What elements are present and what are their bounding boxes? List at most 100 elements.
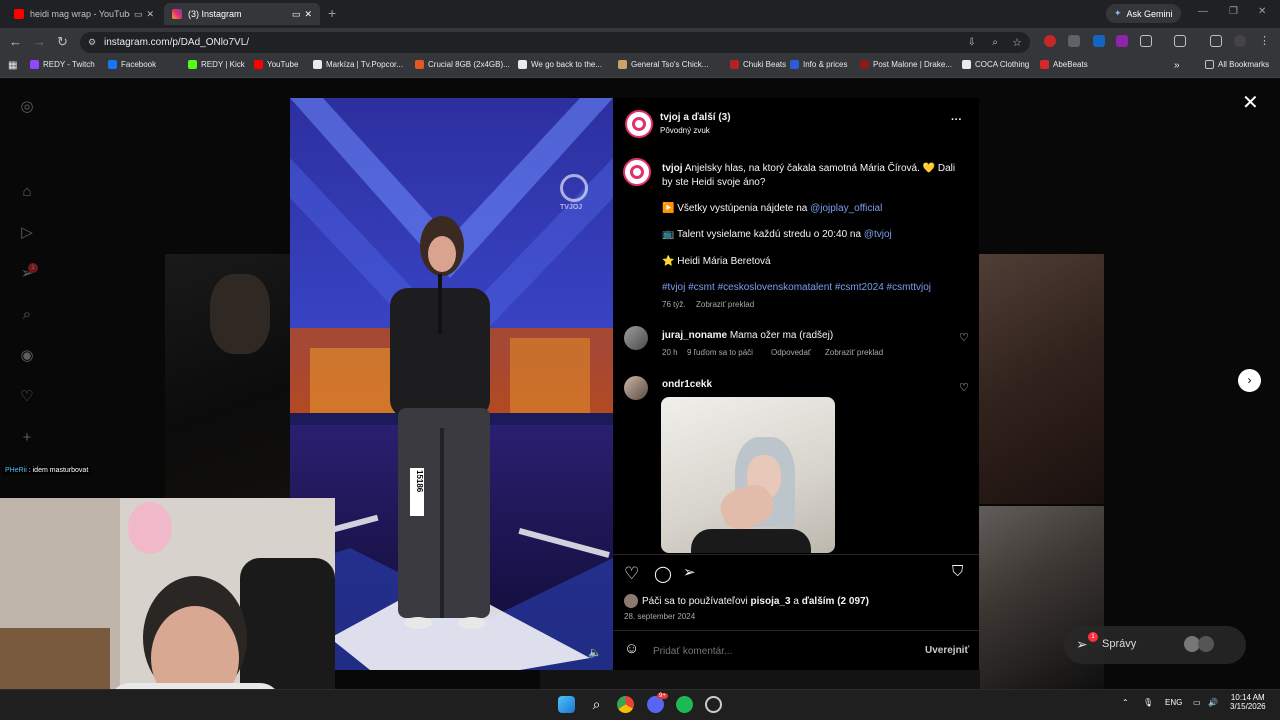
- caption-time[interactable]: 76 týž.: [662, 300, 686, 309]
- liked-by-others[interactable]: ďalším (2 097): [802, 596, 869, 607]
- search-icon[interactable]: ⌕: [588, 696, 605, 713]
- share-icon[interactable]: ➢: [683, 563, 696, 581]
- sidepanel-icon[interactable]: [1174, 35, 1186, 47]
- comment-time[interactable]: 20 h: [662, 348, 678, 357]
- translate-link[interactable]: Zobraziť preklad: [696, 300, 754, 309]
- bookmark-item[interactable]: YouTube: [254, 60, 298, 69]
- install-icon[interactable]: ⇩: [968, 37, 976, 48]
- comment-gif[interactable]: [661, 397, 835, 553]
- more-options-icon[interactable]: ···: [951, 114, 962, 126]
- address-bar[interactable]: ⚙ instagram.com/p/DAd_ONlo7VL/ ⇩ ⌕ ☆: [80, 32, 1030, 53]
- forward-icon[interactable]: →: [33, 34, 46, 49]
- extension-icon[interactable]: [1044, 35, 1056, 47]
- bookmark-item[interactable]: Post Malone | Drake...: [860, 60, 952, 69]
- profile-avatar[interactable]: [1234, 35, 1246, 47]
- comment-input[interactable]: [653, 643, 913, 659]
- puzzle-icon[interactable]: [1140, 35, 1152, 47]
- close-icon[interactable]: ✕: [304, 9, 312, 20]
- apps-icon[interactable]: ▦: [8, 60, 17, 71]
- comment-user[interactable]: juraj_noname: [662, 330, 727, 341]
- hashtags[interactable]: #tvjoj #csmt #ceskoslovenskomatalent #cs…: [662, 282, 931, 293]
- chat-user: PHeRii: [5, 467, 27, 474]
- avatar[interactable]: [623, 158, 651, 186]
- reply-link[interactable]: Odpovedať: [771, 348, 811, 357]
- site-info-icon[interactable]: ⚙: [88, 37, 96, 48]
- comment-icon[interactable]: ◯: [654, 564, 672, 584]
- all-bookmarks[interactable]: All Bookmarks: [1205, 60, 1269, 69]
- tab-instagram[interactable]: (3) Instagram ▭ ✕: [164, 3, 320, 25]
- like-comment-icon[interactable]: ♡: [959, 381, 969, 394]
- close-icon[interactable]: ✕: [146, 9, 154, 20]
- avatar[interactable]: [624, 326, 648, 350]
- new-tab-button[interactable]: +: [328, 5, 336, 21]
- post-date[interactable]: 28. september 2024: [624, 612, 695, 621]
- watermark-text: TVJOJ: [560, 204, 583, 211]
- menu-icon[interactable]: ⋮: [1259, 34, 1270, 47]
- bookmark-item[interactable]: Info & prices: [790, 60, 847, 69]
- tab-youtube[interactable]: heidi mag wrap - YouTube ▭ ✕: [6, 3, 162, 25]
- mention-link[interactable]: @jojplay_official: [810, 203, 882, 214]
- chrome-icon[interactable]: [617, 696, 634, 713]
- avatar[interactable]: [624, 594, 638, 608]
- volume-icon[interactable]: 🔊: [1208, 698, 1218, 707]
- bookmark-item[interactable]: REDY | Kick: [188, 60, 245, 69]
- chevron-up-icon[interactable]: ⌃: [1122, 698, 1129, 707]
- translate-link[interactable]: Zobraziť preklad: [825, 348, 883, 357]
- extension-icon[interactable]: [1116, 35, 1128, 47]
- more-bookmarks-icon[interactable]: »: [1174, 60, 1180, 71]
- bookmark-item[interactable]: We go back to the...: [518, 60, 602, 69]
- reload-icon[interactable]: ↻: [57, 34, 68, 50]
- avatar: [1198, 636, 1214, 652]
- microphone-icon[interactable]: 🎙: [1143, 698, 1153, 707]
- close-icon[interactable]: ✕: [1242, 90, 1259, 115]
- audio-label[interactable]: Pôvodný zvuk: [660, 126, 710, 135]
- volume-icon[interactable]: 🔈: [588, 646, 602, 659]
- like-icon[interactable]: ♡: [624, 564, 639, 584]
- bookmark-item[interactable]: Crucial 8GB (2x4GB)...: [415, 60, 510, 69]
- bookmark-item[interactable]: AbeBeats: [1040, 60, 1088, 69]
- bookmark-item[interactable]: COCA Clothing: [962, 60, 1029, 69]
- monitor-icon[interactable]: ▭: [1193, 698, 1201, 707]
- avatar[interactable]: [625, 110, 653, 138]
- avatar[interactable]: [624, 376, 648, 400]
- minimize-icon[interactable]: —: [1198, 6, 1208, 17]
- close-window-icon[interactable]: ✕: [1258, 6, 1266, 17]
- comment-user[interactable]: ondr1cekk: [662, 379, 712, 390]
- start-icon[interactable]: [558, 696, 575, 713]
- app-icon[interactable]: [705, 696, 722, 713]
- bookmark-label: General Tso's Chick...: [631, 60, 709, 69]
- language-indicator[interactable]: ENG: [1165, 698, 1182, 707]
- extension-icon[interactable]: [1093, 35, 1105, 47]
- back-icon[interactable]: ←: [9, 34, 22, 49]
- tab-title: heidi mag wrap - YouTube: [30, 9, 130, 19]
- tab-search-icon[interactable]: [1210, 35, 1222, 47]
- bookmark-item[interactable]: Markíza | Tv.Popcor...: [313, 60, 403, 69]
- save-icon[interactable]: ⛉: [952, 563, 963, 580]
- publish-button[interactable]: Uverejniť: [925, 645, 969, 656]
- caption-text: Anjelsky hlas, na ktorý čakala samotná M…: [682, 163, 956, 174]
- taskbar: [0, 689, 1280, 720]
- ask-gemini-button[interactable]: ✦ Ask Gemini: [1106, 4, 1181, 23]
- mention-link[interactable]: @tvjoj: [864, 229, 892, 240]
- bookmark-item[interactable]: REDY - Twitch: [30, 60, 95, 69]
- bookmark-item[interactable]: Facebook: [108, 60, 156, 69]
- extension-icon[interactable]: [1068, 35, 1080, 47]
- spotify-icon[interactable]: [676, 696, 693, 713]
- restore-icon[interactable]: ❐: [1229, 6, 1238, 17]
- liked-by-user[interactable]: pisoja_3: [751, 596, 791, 607]
- post-video[interactable]: 15186 TVJOJ 🔈: [290, 98, 613, 670]
- caption-user[interactable]: tvjoj: [662, 163, 683, 174]
- like-comment-icon[interactable]: ♡: [959, 331, 969, 344]
- emoji-icon[interactable]: ☺: [624, 640, 639, 657]
- next-post-button[interactable]: ›: [1238, 369, 1261, 392]
- youtube-icon: [14, 9, 24, 19]
- messages-button[interactable]: ➢ 1 Správy: [1064, 626, 1246, 664]
- bookmark-item[interactable]: Chuki Beats: [730, 60, 786, 69]
- bookmark-item[interactable]: General Tso's Chick...: [618, 60, 708, 69]
- star-icon[interactable]: ☆: [1012, 36, 1022, 49]
- clock[interactable]: 10:14 AM 3/15/2026: [1230, 693, 1266, 711]
- comment-likes[interactable]: 9 ľuďom sa to páči: [687, 348, 753, 357]
- bookmark-favicon-icon: [730, 60, 739, 69]
- zoom-icon[interactable]: ⌕: [992, 37, 998, 48]
- post-author[interactable]: tvjoj a ďalší (3): [660, 112, 731, 123]
